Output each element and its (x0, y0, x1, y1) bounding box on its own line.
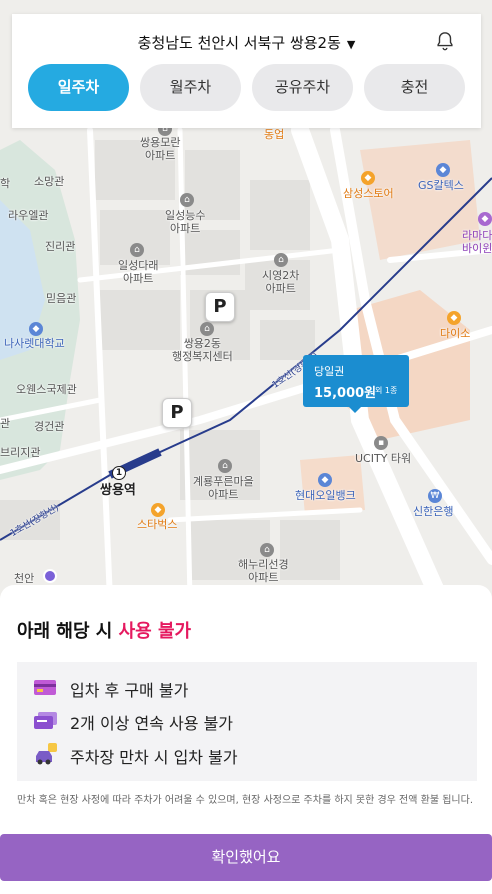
apartment-icon: ⌂ (218, 459, 232, 473)
place-label: 천안 (14, 572, 35, 585)
restriction-list: 입차 후 구매 불가 2개 이상 연속 사용 불가 주차장 만차 시 입차 불가 (17, 662, 477, 781)
price-kind: 당일권 (314, 365, 345, 378)
building-icon: ▪ (374, 436, 388, 450)
confirm-button[interactable]: 확인했어요 (0, 834, 492, 881)
refund-note: 만차 혹은 현장 사정에 따라 주차가 어려울 수 있으며, 현장 사정으로 주… (17, 795, 473, 806)
caret-down-icon: ▼ (346, 38, 356, 51)
place-label: 계룡푸른마을 아파트 (193, 475, 254, 501)
station-name[interactable]: 쌍용역 (100, 484, 136, 497)
place-label: 시영2차 아파트 (262, 269, 300, 295)
parking-price-tag[interactable]: 당일권 15,000원 외 1종 (303, 355, 409, 413)
gas-station-icon: ◆ (318, 473, 332, 487)
place-label: 라우엘관 (8, 209, 49, 222)
place-label: 일성다래 아파트 (118, 259, 159, 285)
place-label: 일성능수 아파트 (165, 209, 206, 235)
place-label: 경건관 (34, 420, 65, 433)
place-label: 라마다 바이윈 (462, 229, 492, 255)
bank-icon: ₩ (428, 489, 442, 503)
tab-daily-parking[interactable]: 일주차 (28, 64, 129, 111)
place-label: 학 (0, 177, 11, 190)
place-label: 브리지관 (0, 446, 41, 459)
place-label: 현대오일뱅크 (295, 489, 356, 502)
place-label: 나사렛대학교 (4, 337, 65, 350)
place-label: 동업 (264, 128, 285, 141)
search-header: 충청남도 천안시 서북구 쌍용2동 ▼ 일주차 월주차 공유주차 충전 (12, 14, 481, 128)
place-label: 진리관 (45, 240, 76, 253)
place-label: 쌍용모란 아파트 (140, 136, 181, 162)
tab-monthly-parking[interactable]: 월주차 (140, 64, 241, 111)
sheet-title: 아래 해당 시 사용 불가 (17, 621, 192, 642)
tickets-icon (34, 712, 57, 729)
apartment-icon: ⌂ (274, 253, 288, 267)
apartment-icon: ⌂ (130, 243, 144, 257)
restriction-text: 입차 후 구매 불가 (70, 681, 189, 700)
location-selector[interactable]: 충청남도 천안시 서북구 쌍용2동 ▼ (12, 32, 481, 53)
place-label: 다이소 (440, 327, 471, 340)
restriction-text: 2개 이상 연속 사용 불가 (70, 714, 234, 733)
apartment-icon: ⌂ (180, 193, 194, 207)
place-label: 신한은행 (413, 505, 454, 518)
gas-station-icon: ◆ (436, 163, 450, 177)
government-icon: ⌂ (200, 322, 214, 336)
place-label: 스타벅스 (137, 518, 178, 531)
place-label: 오웬스국제관 (16, 383, 77, 396)
shopping-icon: ◆ (361, 171, 375, 185)
apartment-icon: ⌂ (260, 543, 274, 557)
place-label: UCITY 타워 (355, 452, 412, 465)
place-label: 해누리선경 아파트 (238, 558, 289, 584)
tab-shared-parking[interactable]: 공유주차 (252, 64, 353, 111)
title-highlight: 사용 불가 (118, 621, 192, 642)
bell-icon[interactable] (434, 30, 456, 52)
place-label: 쌍용2동 행정복지센터 (172, 337, 233, 363)
price-amount: 15,000원 (314, 386, 377, 401)
parked-car-icon (36, 743, 57, 765)
hotel-icon: ◆ (478, 212, 492, 226)
school-icon: ◆ (29, 322, 43, 336)
price-extra: 외 1종 (375, 386, 398, 395)
place-label: 소망관 (34, 175, 65, 188)
place-label: GS칼텍스 (418, 179, 464, 192)
place-label: 삼성스토어 (343, 187, 394, 200)
restriction-sheet: 아래 해당 시 사용 불가 입차 후 구매 불가 2개 이상 연속 사용 불가 (0, 585, 492, 894)
place-label: 관 (0, 417, 11, 430)
cafe-icon: ◆ (151, 503, 165, 517)
location-text: 충청남도 천안시 서북구 쌍용2동 (137, 34, 341, 52)
restriction-text: 주차장 만차 시 입차 불가 (70, 748, 238, 767)
parking-marker[interactable]: P (205, 292, 235, 322)
card-icon (34, 680, 56, 695)
parking-marker[interactable]: P (162, 398, 192, 428)
shopping-icon: ◆ (447, 311, 461, 325)
place-label: 믿음관 (46, 292, 77, 305)
station-badge: 1 (112, 466, 126, 480)
tab-charging[interactable]: 충전 (364, 64, 465, 111)
